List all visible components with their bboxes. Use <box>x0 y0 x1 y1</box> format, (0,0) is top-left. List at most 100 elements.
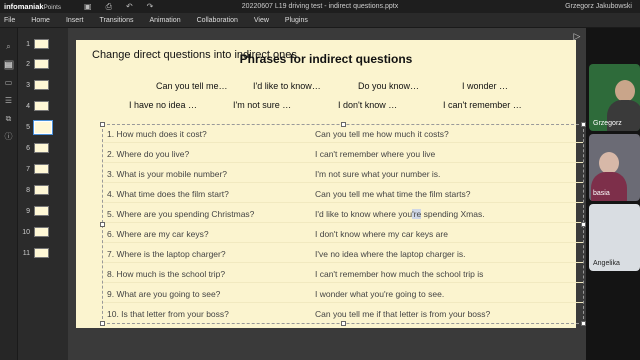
left-toolbar: ⌕ ▤ ▭ ☰ ⧉ ⓘ <box>0 28 18 360</box>
indirect-question: Can you tell me if that letter is from y… <box>315 309 491 319</box>
indirect-question: I can't remember how much the school tri… <box>315 269 484 279</box>
title-bar: infomaniakPoints ▣ ⎙ ↶ ↷ 20220607 L19 dr… <box>0 0 640 13</box>
resize-handle[interactable] <box>100 122 105 127</box>
undo-icon[interactable]: ↶ <box>126 2 133 12</box>
table-row[interactable]: 1. How much does it cost? Can you tell me… <box>103 125 583 143</box>
shapes-icon[interactable]: ⧉ <box>4 114 14 124</box>
resize-handle[interactable] <box>100 222 105 227</box>
participant-video[interactable]: basia <box>589 134 640 201</box>
direct-question: 5. Where are you spending Christmas? <box>107 209 255 219</box>
thumb-preview <box>34 59 49 69</box>
indirect-question: Can you tell me what time the film start… <box>315 189 471 199</box>
slides-icon[interactable]: ▤ <box>3 60 14 70</box>
thumb-preview <box>34 248 49 258</box>
phrase: Do you know… <box>358 81 420 91</box>
menu-bar: File Home Insert Transitions Animation C… <box>0 13 640 28</box>
video-call-panel: Grzegorz basia Angelika <box>586 28 640 360</box>
resize-handle[interactable] <box>341 122 346 127</box>
thumb-preview <box>34 143 49 153</box>
slide-thumb[interactable]: 9 <box>18 204 68 218</box>
slide-thumb[interactable]: 3 <box>18 78 68 92</box>
table-row[interactable]: 8. How much is the school trip? I can't r… <box>103 265 583 283</box>
resize-handle[interactable] <box>341 321 346 326</box>
menu-file[interactable]: File <box>0 17 23 24</box>
phrase: I'd like to know… <box>253 81 321 91</box>
table-row[interactable]: 5. Where are you spending Christmas? I'd … <box>103 205 583 223</box>
slide[interactable]: Change direct questions into indirect on… <box>76 40 586 328</box>
phrase: I'm not sure … <box>233 100 292 110</box>
row-divider <box>103 302 583 303</box>
thumb-preview <box>33 119 53 135</box>
thumb-preview <box>34 206 49 216</box>
slide-thumb[interactable]: 10 <box>18 225 68 239</box>
info-icon[interactable]: ⓘ <box>4 132 14 142</box>
menu-collaboration[interactable]: Collaboration <box>189 17 246 24</box>
table-row[interactable]: 4. What time does the film start? Can you… <box>103 185 583 203</box>
slide-thumb[interactable]: 1 <box>18 37 68 51</box>
slide-thumb-selected[interactable]: 5 <box>18 119 68 135</box>
editor-canvas[interactable]: ▷ Change direct questions into indirect … <box>68 28 586 360</box>
search-icon[interactable]: ⌕ <box>4 42 14 52</box>
row-divider <box>103 162 583 163</box>
menu-home[interactable]: Home <box>23 17 58 24</box>
text-selection[interactable]: 're <box>412 209 422 219</box>
row-divider <box>103 202 583 203</box>
participant-name: Angelika <box>593 260 620 267</box>
thumb-preview <box>34 101 49 111</box>
direct-question: 9. What are you going to see? <box>107 289 221 299</box>
questions-table[interactable]: 1. How much does it cost? Can you tell me… <box>100 122 586 326</box>
chat-icon[interactable]: ☰ <box>4 96 14 106</box>
row-divider <box>103 242 583 243</box>
indirect-question[interactable]: I'd like to know where you're spending X… <box>315 209 485 219</box>
row-divider <box>103 262 583 263</box>
participant-face <box>599 152 619 174</box>
table-row[interactable]: 2. Where do you live? I can't remember wh… <box>103 145 583 163</box>
thumb-preview <box>34 227 49 237</box>
redo-icon[interactable]: ↷ <box>147 2 154 12</box>
indirect-question: I've no idea where the laptop charger is… <box>315 249 466 259</box>
thumb-preview <box>34 39 49 49</box>
indirect-question: I'm not sure what your number is. <box>315 169 441 179</box>
menu-plugins[interactable]: Plugins <box>277 17 316 24</box>
menu-animation[interactable]: Animation <box>141 17 188 24</box>
app-logo: infomaniakPoints <box>4 2 61 11</box>
indirect-question: I can't remember where you live <box>315 149 436 159</box>
row-divider <box>103 282 583 283</box>
direct-question: 2. Where do you live? <box>107 149 190 159</box>
direct-question: 3. What is your mobile number? <box>107 169 227 179</box>
menu-view[interactable]: View <box>246 17 277 24</box>
slide-thumbnails: 1 2 3 4 5 6 7 8 9 10 11 <box>18 28 68 360</box>
row-divider <box>103 182 583 183</box>
phrase: I have no idea … <box>129 100 198 110</box>
direct-question: 6. Where are my car keys? <box>107 229 209 239</box>
participant-name: basia <box>593 190 610 197</box>
print-icon[interactable]: ⎙ <box>106 2 112 12</box>
slide-thumb[interactable]: 6 <box>18 141 68 155</box>
save-icon[interactable]: ▣ <box>84 2 92 12</box>
row-divider <box>103 142 583 143</box>
menu-transitions[interactable]: Transitions <box>91 17 141 24</box>
participant-video[interactable]: Angelika <box>589 204 640 271</box>
participant-name: Grzegorz <box>593 120 622 127</box>
comments-icon[interactable]: ▭ <box>4 78 14 88</box>
direct-question: 1. How much does it cost? <box>107 129 207 139</box>
slide-thumb[interactable]: 4 <box>18 99 68 113</box>
direct-question: 4. What time does the film start? <box>107 189 229 199</box>
menu-insert[interactable]: Insert <box>58 17 92 24</box>
user-name[interactable]: Grzegorz Jakubowski <box>565 3 632 10</box>
direct-question: 10. Is that letter from your boss? <box>107 309 229 319</box>
participant-video[interactable]: Grzegorz <box>589 64 640 131</box>
slide-title[interactable]: Phrases for indirect questions <box>76 52 576 66</box>
direct-question: 7. Where is the laptop charger? <box>107 249 226 259</box>
slide-thumb[interactable]: 8 <box>18 183 68 197</box>
slide-thumb[interactable]: 2 <box>18 57 68 71</box>
table-row[interactable]: 7. Where is the laptop charger? I've no i… <box>103 245 583 263</box>
table-row[interactable]: 3. What is your mobile number? I'm not su… <box>103 165 583 183</box>
indirect-question: I don't know where my car keys are <box>315 229 448 239</box>
table-row[interactable]: 9. What are you going to see? I wonder wh… <box>103 285 583 303</box>
table-row[interactable]: 6. Where are my car keys? I don't know wh… <box>103 225 583 243</box>
slide-thumb[interactable]: 7 <box>18 162 68 176</box>
indirect-question: I wonder what you're going to see. <box>315 289 445 299</box>
resize-handle[interactable] <box>100 321 105 326</box>
slide-thumb[interactable]: 11 <box>18 246 68 260</box>
